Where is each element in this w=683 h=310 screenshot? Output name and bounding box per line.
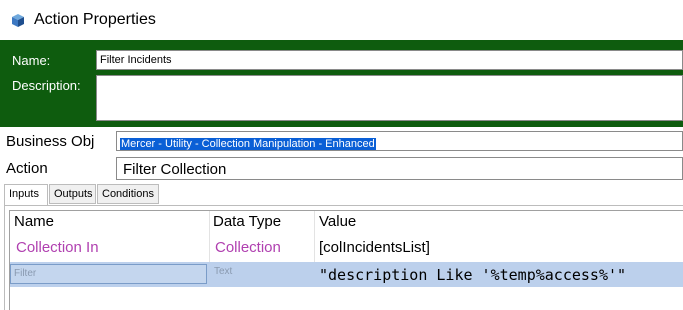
row-filter-name[interactable]: Filter [10,264,207,284]
business-object-label: Business Obj [6,133,95,150]
tab-inputs[interactable]: Inputs [4,184,48,206]
column-divider [314,211,315,263]
window-title: Action Properties [34,11,156,28]
action-field[interactable]: Filter Collection [116,157,683,180]
name-field[interactable]: Filter Incidents [96,50,683,70]
column-header-value[interactable]: Value [319,213,356,230]
business-object-value: Mercer - Utility - Collection Manipulati… [120,138,376,150]
row-collection-in-type: Collection [215,239,281,256]
column-divider [209,211,210,263]
description-label: Description: [12,78,81,93]
row-collection-in-name[interactable]: Collection In [16,239,99,256]
row-collection-in-value[interactable]: [colIncidentsList] [319,239,430,256]
tab-outputs[interactable]: Outputs [49,184,96,204]
action-properties-icon [12,14,24,27]
name-label: Name: [12,53,51,68]
description-field[interactable] [96,75,683,121]
row-filter-value[interactable]: "description Like '%temp%access%'" [319,266,626,284]
business-object-field[interactable]: Mercer - Utility - Collection Manipulati… [116,131,683,151]
row-filter-type: Text [214,266,233,277]
column-header-data-type[interactable]: Data Type [213,213,281,230]
tab-conditions[interactable]: Conditions [97,184,159,204]
column-header-name[interactable]: Name [14,213,54,230]
action-label: Action [6,160,48,177]
